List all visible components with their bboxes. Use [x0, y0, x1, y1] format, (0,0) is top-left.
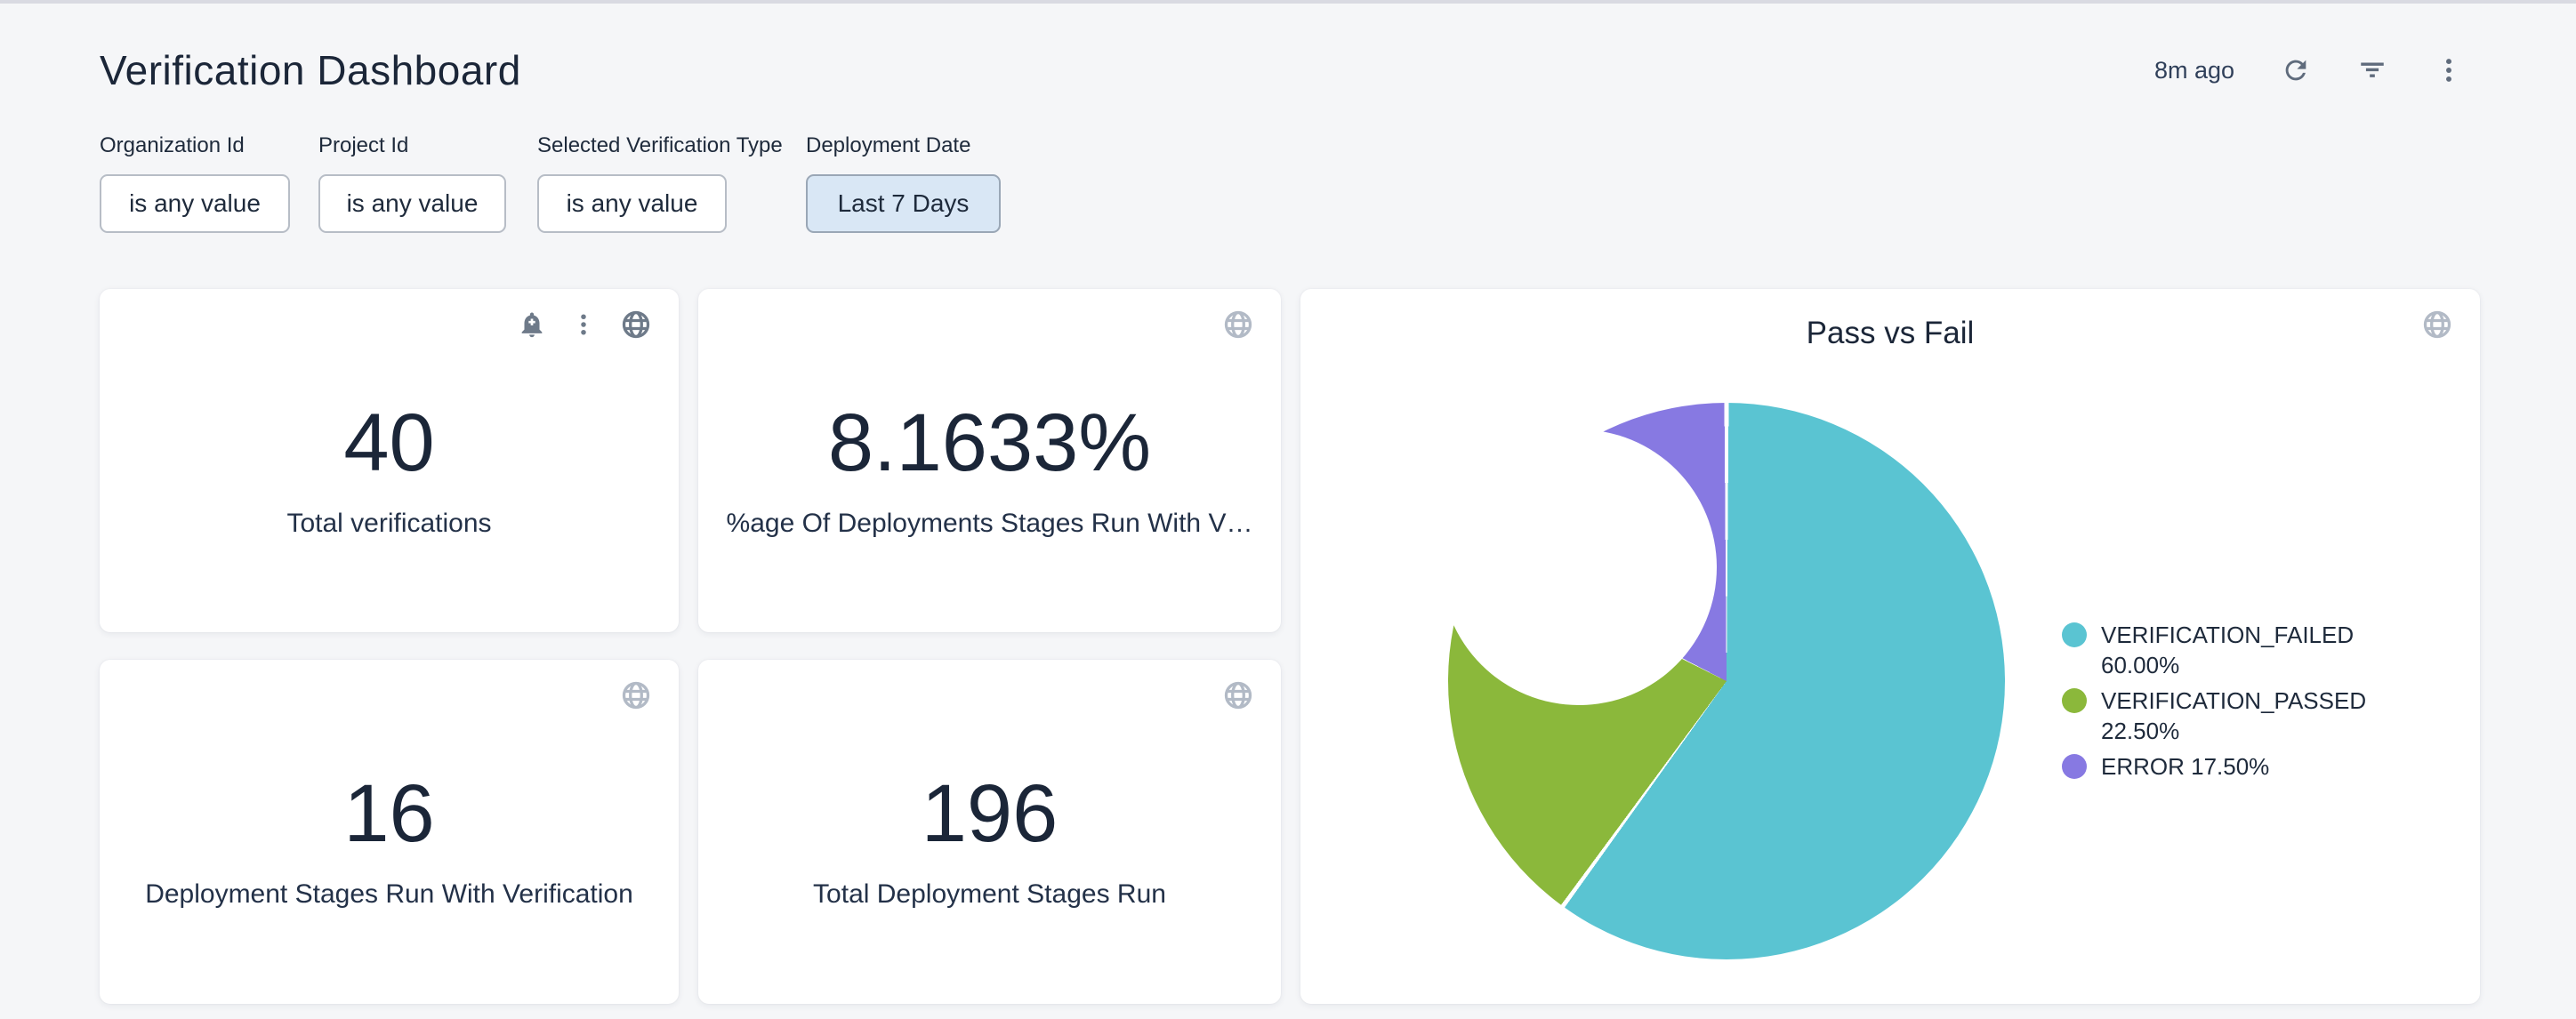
tile-value: 8.1633% — [698, 394, 1281, 492]
legend-label: ERROR 17.50% — [2101, 751, 2269, 782]
filter-label: Organization Id — [100, 133, 290, 158]
filter-deployment-date: Deployment Date Last 7 Days — [806, 133, 1001, 233]
tile-value: 40 — [100, 394, 679, 492]
legend-label: VERIFICATION_FAILED 60.00% — [2101, 620, 2403, 680]
refresh-icon[interactable] — [2281, 55, 2311, 85]
legend-item[interactable]: ERROR 17.50% — [2062, 751, 2444, 782]
filter-value-button[interactable]: is any value — [318, 174, 506, 233]
globe-icon[interactable] — [1222, 309, 1254, 341]
chart-title: Pass vs Fail — [1300, 316, 2480, 351]
filter-project-id: Project Id is any value — [318, 133, 506, 233]
tile-label: Total verifications — [100, 508, 679, 540]
filter-selected-verification-type: Selected Verification Type is any value — [537, 133, 783, 233]
globe-icon[interactable] — [1222, 679, 1254, 711]
filter-organization-id: Organization Id is any value — [100, 133, 290, 233]
tile-label: Deployment Stages Run With Verification — [100, 879, 679, 911]
tile-value: 196 — [698, 765, 1281, 863]
add-alert-bell-icon[interactable] — [517, 309, 547, 340]
legend-item[interactable]: VERIFICATION_PASSED 22.50% — [2062, 686, 2444, 746]
globe-icon[interactable] — [2421, 309, 2453, 341]
globe-icon[interactable] — [620, 679, 652, 711]
filter-label: Deployment Date — [806, 133, 1001, 158]
filter-value-button[interactable]: is any value — [537, 174, 727, 233]
tile-total-stages-run: 196 Total Deployment Stages Run — [698, 660, 1281, 1004]
dashboard-header-actions: 8m ago — [2154, 55, 2464, 85]
tile-more-vert-icon[interactable] — [570, 311, 597, 338]
page-title: Verification Dashboard — [100, 46, 521, 94]
tile-label: %age Of Deployments Stages Run With V… — [698, 508, 1281, 540]
filter-value-button[interactable]: is any value — [100, 174, 290, 233]
tile-percent-stages-with-verification: 8.1633% %age Of Deployments Stages Run W… — [698, 289, 1281, 632]
legend-label: VERIFICATION_PASSED 22.50% — [2101, 686, 2403, 746]
donut-hole — [1441, 429, 1717, 705]
top-border-strip — [0, 0, 2576, 4]
tile-label: Total Deployment Stages Run — [698, 879, 1281, 911]
filter-value-button[interactable]: Last 7 Days — [806, 174, 1001, 233]
last-refresh-timestamp: 8m ago — [2154, 57, 2234, 84]
tile-stages-run-with-verification: 16 Deployment Stages Run With Verificati… — [100, 660, 679, 1004]
legend-dot — [2062, 754, 2087, 779]
filter-label: Project Id — [318, 133, 506, 158]
legend-dot — [2062, 622, 2087, 647]
legend-item[interactable]: VERIFICATION_FAILED 60.00% — [2062, 620, 2444, 680]
tile-total-verifications: 40 Total verifications — [100, 289, 679, 632]
chart-legend: VERIFICATION_FAILED 60.00%VERIFICATION_P… — [2062, 620, 2444, 782]
pass-vs-fail-chart-card: Pass vs Fail VERIFICATION_FAILED 60.00%V… — [1300, 289, 2480, 1004]
globe-icon[interactable] — [620, 309, 652, 341]
more-vert-icon[interactable] — [2434, 55, 2464, 85]
filter-label: Selected Verification Type — [537, 133, 783, 158]
filter-icon[interactable] — [2357, 55, 2387, 85]
legend-dot — [2062, 688, 2087, 713]
tile-value: 16 — [100, 765, 679, 863]
